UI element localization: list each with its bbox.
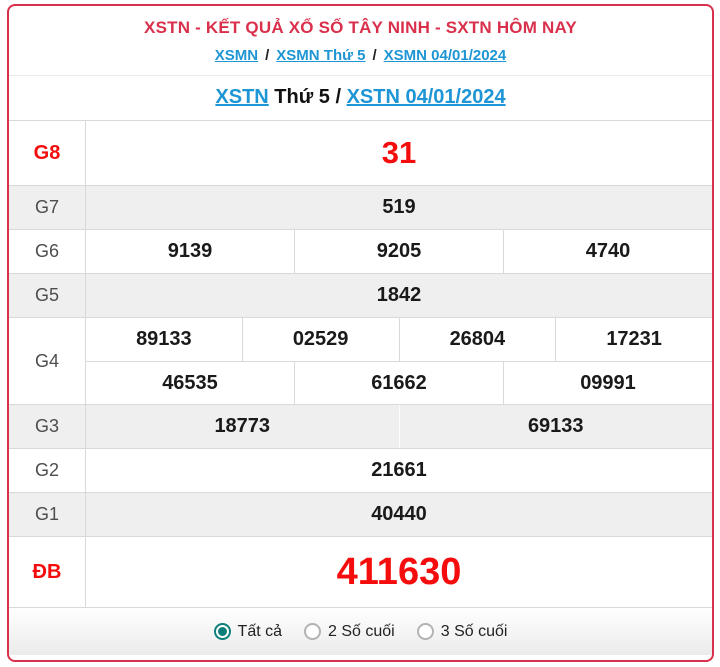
prize-value: 17231 [606, 328, 662, 350]
subtitle-link-xstn-date[interactable]: XSTN 04/01/2024 [347, 86, 506, 108]
prize-row-g1: G1 40440 [9, 493, 712, 537]
subtitle: XSTN Thứ 5 / XSTN 04/01/2024 [9, 76, 712, 120]
prize-value: 09991 [580, 371, 636, 394]
prize-label: ĐB [9, 537, 86, 607]
prize-value: 9205 [295, 230, 504, 273]
radio-icon[interactable] [304, 623, 322, 640]
prize-values: 9139 9205 4740 [86, 230, 712, 273]
breadcrumb-separator: / [265, 47, 270, 64]
filter-option-2[interactable]: 2 Số cuối [304, 623, 395, 641]
prize-values: 1842 [86, 274, 712, 317]
prize-label: G7 [9, 186, 86, 229]
subtitle-text: Thứ 5 / [268, 86, 347, 108]
page-title: XSTN - KẾT QUẢ XỔ SỐ TÂY NINH - SXTN HÔM… [144, 18, 577, 37]
lottery-result-card: XSTN - KẾT QUẢ XỔ SỐ TÂY NINH - SXTN HÔM… [7, 4, 714, 662]
prize-values: 411630 [86, 537, 712, 607]
prize-values: 40440 [86, 493, 712, 536]
prize-value: 1842 [376, 284, 422, 306]
breadcrumb-link-xsmn-date[interactable]: XSMN 04/01/2024 [384, 47, 507, 64]
breadcrumb-link-xsmn-thu-5[interactable]: XSMN Thứ 5 [276, 47, 365, 64]
radio-icon[interactable] [416, 623, 434, 640]
prize-values: 21661 [86, 449, 712, 492]
results-table: G8 31 G7 519 G6 9139 9205 4740 G5 1842 G4 89133 0252… [9, 120, 712, 608]
prize-value: 9139 [86, 230, 295, 273]
prize-value: 89133 [86, 318, 243, 361]
prize-value: 18773 [86, 405, 400, 448]
prize-values: 519 [86, 186, 712, 229]
prize-value: 411630 [336, 550, 462, 593]
breadcrumb-separator: / [372, 47, 377, 64]
filter-option-label: 2 Số cuối [328, 622, 395, 640]
prize-label: G2 [9, 449, 86, 492]
prize-row-g6: G6 9139 9205 4740 [9, 230, 712, 274]
breadcrumb: XSMN / XSMN Thứ 5 / XSMN 04/01/2024 [9, 47, 712, 76]
prize-label: G6 [9, 230, 86, 273]
prize-value: 46535 [86, 362, 295, 404]
prize-value: 69133 [527, 415, 584, 437]
radio-selected-icon[interactable] [213, 623, 231, 640]
filter-option-1[interactable]: Tất cả [213, 622, 283, 641]
prize-row-g3: G3 18773 69133 [9, 405, 712, 449]
breadcrumb-link-xsmn[interactable]: XSMN [215, 47, 258, 64]
prize-row-g8: G8 31 [9, 121, 712, 186]
filter-option-label: Tất cả [237, 622, 283, 640]
prize-label: G3 [9, 405, 86, 448]
prize-value: 4740 [585, 240, 631, 262]
prize-values: 89133 02529 26804 17231 46535 61662 09991 [86, 318, 712, 404]
prize-value: 02529 [243, 318, 400, 361]
prize-values: 31 [86, 121, 712, 185]
prize-label: G1 [9, 493, 86, 536]
prize-value: 31 [381, 135, 417, 170]
prize-value: 40440 [371, 503, 427, 525]
prize-label: G4 [9, 318, 86, 404]
prize-values: 18773 69133 [86, 405, 712, 448]
prize-row-g5: G5 1842 [9, 274, 712, 318]
prize-value: 21661 [371, 459, 427, 481]
filter-option-3[interactable]: 3 Số cuối [416, 622, 508, 641]
prize-row-g2: G2 21661 [9, 449, 712, 493]
prize-value: 519 [382, 196, 416, 218]
prize-label: G8 [9, 121, 86, 185]
subtitle-link-xstn[interactable]: XSTN [215, 86, 268, 108]
prize-label: G5 [9, 274, 86, 317]
prize-row-db: ĐB 411630 [9, 537, 712, 608]
prize-row-g7: G7 519 [9, 186, 712, 230]
prize-value: 61662 [295, 362, 504, 404]
header: XSTN - KẾT QUẢ XỔ SỐ TÂY NINH - SXTN HÔM… [9, 6, 712, 76]
filter-options: Tất cả 2 Số cuối 3 Số cuối [9, 608, 712, 655]
prize-value: 26804 [400, 318, 557, 361]
prize-row-g4: G4 89133 02529 26804 17231 46535 61662 09991 [9, 318, 712, 405]
filter-option-label: 3 Số cuối [440, 622, 508, 640]
